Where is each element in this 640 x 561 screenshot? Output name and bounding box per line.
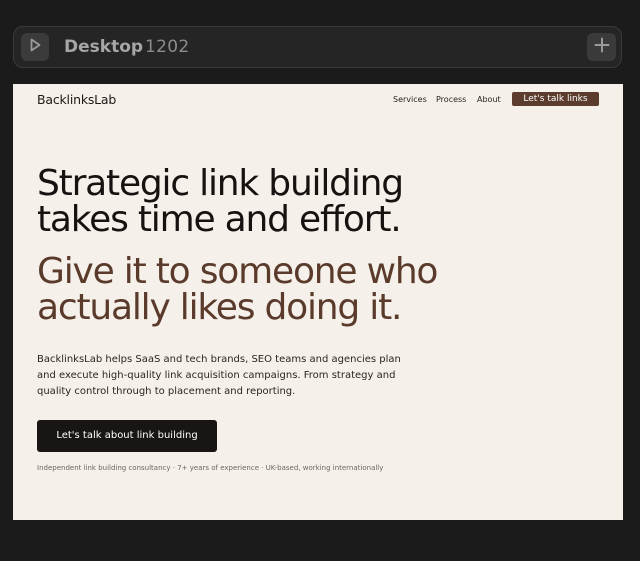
hero-subheadline: Give it to someone who actually likes do… — [37, 251, 438, 328]
plus-icon — [594, 37, 610, 57]
hero-description: BacklinksLab helps SaaS and tech brands,… — [37, 354, 401, 397]
viewport-label: Desktop — [64, 37, 144, 57]
nav-link-services[interactable]: Services — [393, 95, 427, 104]
hero-cta-button[interactable]: Let's talk about link building — [37, 420, 217, 452]
nav-cta-button[interactable]: Let's talk links — [512, 92, 599, 106]
nav-link-process[interactable]: Process — [436, 95, 466, 104]
hero-subheadline-line-2: actually likes doing it. — [37, 287, 402, 328]
hero-subheadline-line-1: Give it to someone who — [37, 251, 438, 292]
nav-link-about[interactable]: About — [477, 95, 501, 104]
website-preview-frame: BacklinksLab Services Process About Let'… — [13, 84, 623, 520]
hero-footnote: Independent link building consultancy · … — [37, 464, 384, 472]
preview-toolbar: Desktop 1202 — [13, 26, 622, 68]
play-button[interactable] — [21, 33, 49, 61]
site-logo[interactable]: BacklinksLab — [37, 92, 116, 107]
play-icon — [27, 37, 43, 57]
hero-headline: Strategic link building takes time and e… — [37, 163, 404, 240]
hero-headline-line-2: takes time and effort. — [37, 199, 402, 240]
viewport-width-value[interactable]: 1202 — [145, 37, 189, 57]
add-viewport-button[interactable] — [587, 33, 616, 61]
hero-headline-line-1: Strategic link building — [37, 163, 404, 204]
